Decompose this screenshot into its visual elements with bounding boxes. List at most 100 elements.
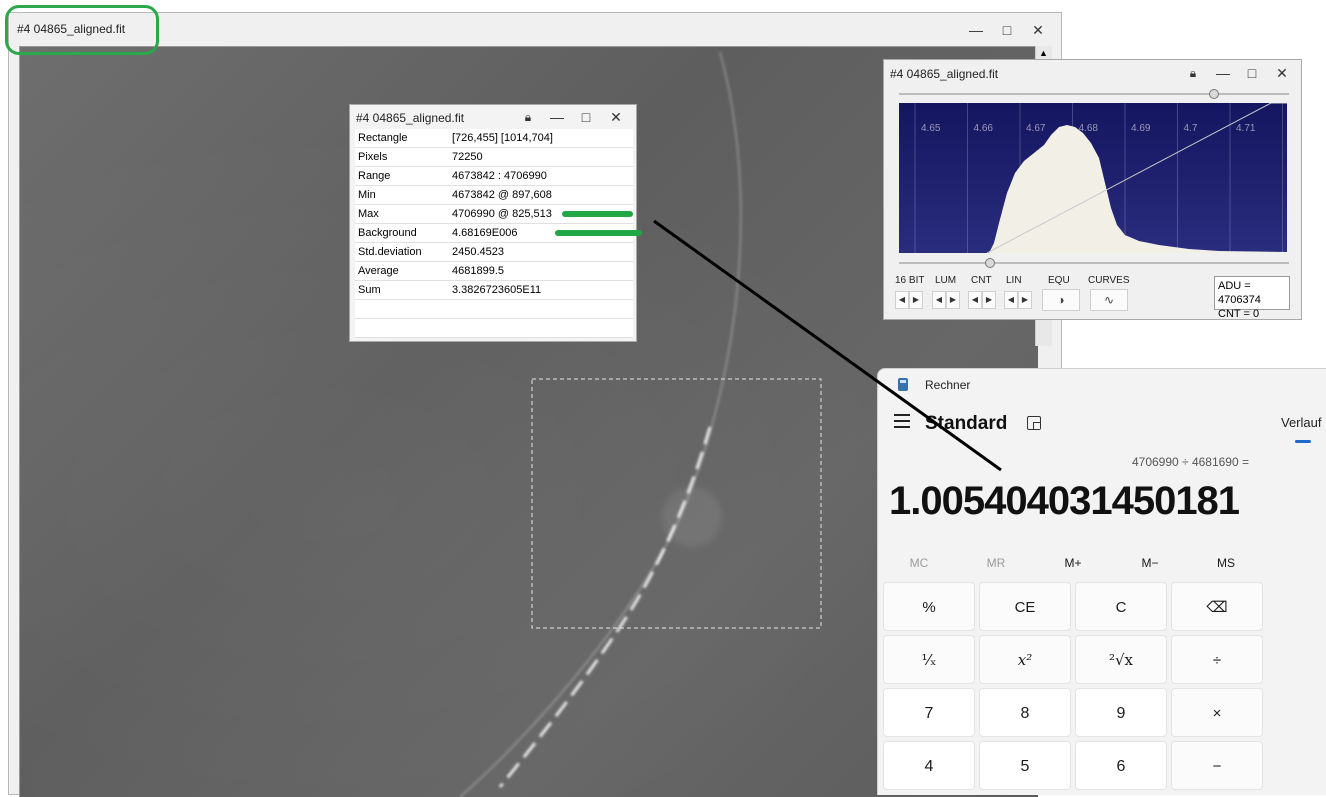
- calculator-mode-title: Standard: [925, 413, 1008, 434]
- multiply-button[interactable]: ×: [1171, 688, 1263, 737]
- close-icon[interactable]: ✕: [602, 106, 630, 128]
- curves-button[interactable]: ∿: [1090, 289, 1128, 311]
- histogram-tick-label: 4.7: [1184, 123, 1198, 134]
- percent-button[interactable]: %: [883, 582, 975, 631]
- cnt-prev-button[interactable]: ◀: [968, 291, 982, 309]
- statistics-empty-row: [355, 318, 633, 338]
- statistics-label: Max: [355, 204, 449, 224]
- image-window-titlebar[interactable]: #4 04865_aligned.fit — □ ✕: [9, 13, 1061, 45]
- clear-button[interactable]: C: [1075, 582, 1167, 631]
- digit-8-button[interactable]: 8: [979, 688, 1071, 737]
- upper-slider-track[interactable]: [899, 93, 1289, 95]
- statistics-row: Min 4673842 @ 897,608: [355, 185, 633, 205]
- statistics-label: Rectangle: [355, 129, 449, 148]
- reciprocal-button[interactable]: ¹⁄ₓ: [883, 635, 975, 684]
- lower-slider-handle[interactable]: [985, 258, 995, 268]
- histogram-tick-label: 4.71: [1236, 123, 1256, 134]
- statistics-label: Min: [355, 185, 449, 205]
- curve-icon: ∿: [1103, 293, 1115, 307]
- memory-recall-button[interactable]: MR: [966, 556, 1026, 570]
- statistics-titlebar[interactable]: #4 04865_aligned.fit 🔒︎ — □ ✕: [350, 105, 636, 129]
- statistics-value: 4673842 : 4706990: [449, 166, 633, 186]
- lin-prev-button[interactable]: ◀: [1004, 291, 1018, 309]
- statistics-value: 2450.4523: [449, 242, 633, 262]
- histogram-tick-label: 4.67: [1026, 123, 1046, 134]
- bit-depth-label: 16 BIT: [895, 275, 925, 286]
- close-icon[interactable]: ✕: [1268, 62, 1296, 84]
- green-underline-max: [562, 211, 633, 217]
- digit-5-button[interactable]: 5: [979, 741, 1071, 790]
- digit-9-button[interactable]: 9: [1075, 688, 1167, 737]
- statistics-title: #4 04865_aligned.fit: [356, 111, 465, 125]
- close-icon[interactable]: ✕: [1024, 19, 1052, 41]
- lin-next-button[interactable]: ▶: [1018, 291, 1032, 309]
- keep-on-top-icon[interactable]: [1027, 416, 1041, 430]
- lum-prev-button[interactable]: ◀: [932, 291, 946, 309]
- calculator-app-icon: [898, 378, 908, 391]
- histogram-window: #4 04865_aligned.fit 🔒︎ — □ ✕ 4.65 4.66 4.…: [883, 59, 1302, 320]
- memory-clear-button[interactable]: MC: [889, 556, 949, 570]
- subtract-button[interactable]: −: [1171, 741, 1263, 790]
- square-button[interactable]: x²: [979, 635, 1071, 684]
- clear-entry-button[interactable]: CE: [979, 582, 1071, 631]
- digit-4-button[interactable]: 4: [883, 741, 975, 790]
- maximize-icon[interactable]: □: [1238, 62, 1266, 84]
- memory-subtract-button[interactable]: M−: [1120, 556, 1180, 570]
- curves-label: CURVES: [1088, 275, 1130, 286]
- statistics-empty-row: [355, 299, 633, 319]
- statistics-value: 72250: [449, 147, 633, 167]
- statistics-row: Sum 3.3826723605E11: [355, 280, 633, 300]
- contrast-icon: ◑: [1057, 293, 1065, 307]
- scroll-up-icon[interactable]: ▲: [1039, 48, 1048, 58]
- square-root-button[interactable]: ²√x: [1075, 635, 1167, 684]
- histogram-shape: [989, 125, 1287, 253]
- backspace-button[interactable]: ⌫: [1171, 582, 1263, 631]
- statistics-label: Std.deviation: [355, 242, 449, 262]
- statistics-window: #4 04865_aligned.fit 🔒︎ — □ ✕ Rectangle[…: [349, 104, 637, 342]
- memory-store-button[interactable]: MS: [1196, 556, 1256, 570]
- histogram-tick-label: 4.66: [974, 123, 994, 134]
- bit-next-button[interactable]: ▶: [909, 291, 923, 309]
- cnt-next-button[interactable]: ▶: [982, 291, 996, 309]
- bit-prev-button[interactable]: ◀: [895, 291, 909, 309]
- digit-6-button[interactable]: 6: [1075, 741, 1167, 790]
- hamburger-menu-icon[interactable]: [894, 414, 910, 428]
- statistics-label: Average: [355, 261, 449, 281]
- memory-add-button[interactable]: M+: [1043, 556, 1103, 570]
- lum-next-button[interactable]: ▶: [946, 291, 960, 309]
- lower-slider-track[interactable]: [899, 262, 1289, 264]
- lock-icon[interactable]: 🔒︎: [1179, 62, 1207, 84]
- statistics-row: Range 4673842 : 4706990: [355, 166, 633, 186]
- statistics-value: 3.3826723605E11: [449, 280, 633, 300]
- faint-blob: [662, 487, 722, 547]
- histogram-titlebar[interactable]: #4 04865_aligned.fit 🔒︎ — □ ✕: [884, 60, 1301, 86]
- history-tab[interactable]: Verlauf: [1281, 415, 1321, 430]
- statistics-label: Pixels: [355, 147, 449, 167]
- statistics-label: Background: [355, 223, 449, 243]
- statistics-row: Std.deviation 2450.4523: [355, 242, 633, 262]
- cnt-value: CNT = 0: [1218, 308, 1260, 320]
- histogram-title: #4 04865_aligned.fit: [890, 67, 999, 81]
- calculator-expression: 4706990 ÷ 4681690 =: [1131, 455, 1249, 469]
- minimize-icon[interactable]: —: [962, 19, 990, 41]
- histogram-tick-label: 4.69: [1131, 123, 1151, 134]
- lum-label: LUM: [935, 275, 957, 286]
- lock-icon[interactable]: 🔒︎: [514, 106, 542, 128]
- equ-button[interactable]: ◑: [1042, 289, 1080, 311]
- green-highlight-oval: [5, 5, 159, 55]
- divide-button[interactable]: ÷: [1171, 635, 1263, 684]
- upper-slider-handle[interactable]: [1209, 89, 1219, 99]
- calculator-app-name: Rechner: [925, 378, 971, 392]
- adu-readout: ADU = 4706374 CNT = 0: [1214, 276, 1290, 320]
- digit-7-button[interactable]: 7: [883, 688, 975, 737]
- statistics-label: Range: [355, 166, 449, 186]
- calculator-window: Rechner Standard Verlauf 4706990 ÷ 46816…: [877, 368, 1326, 795]
- cnt-label: CNT: [971, 275, 992, 286]
- maximize-icon[interactable]: □: [993, 19, 1021, 41]
- statistics-label: Sum: [355, 280, 449, 300]
- minimize-icon[interactable]: —: [543, 106, 571, 128]
- maximize-icon[interactable]: □: [572, 106, 600, 128]
- adu-value: ADU = 4706374: [1218, 280, 1261, 306]
- minimize-icon[interactable]: —: [1209, 62, 1237, 84]
- histogram-plot: 4.654.664.674.684.694.74.714.: [899, 103, 1287, 253]
